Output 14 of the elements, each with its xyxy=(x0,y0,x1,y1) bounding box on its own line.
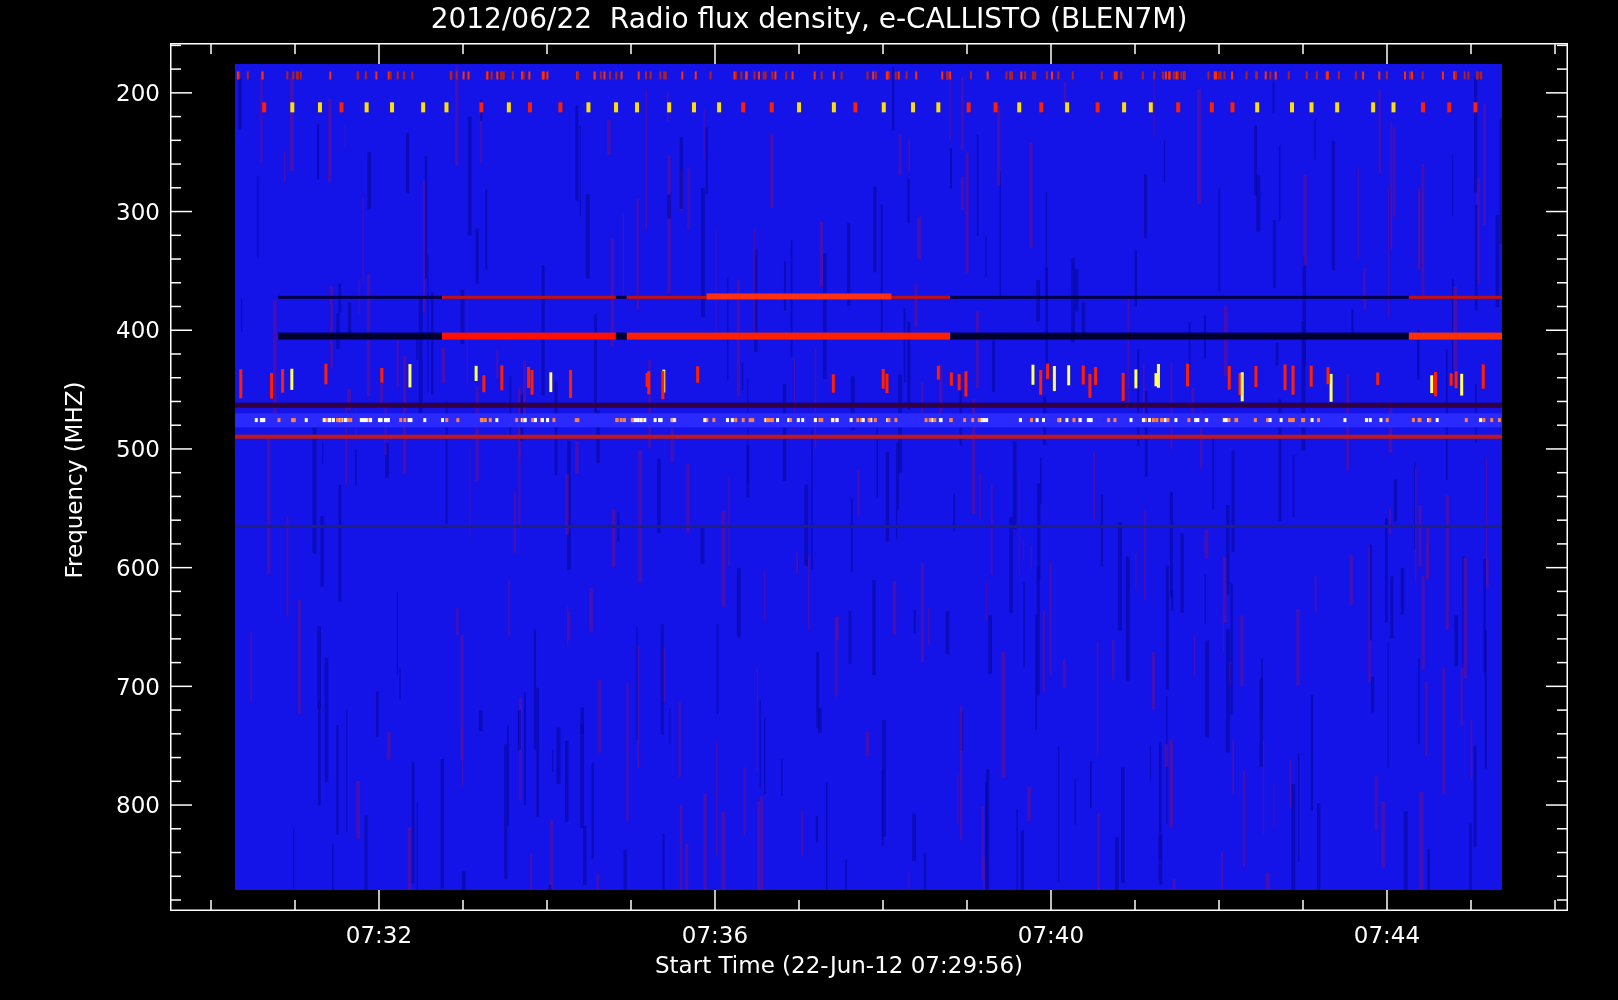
tick-label: 200 xyxy=(115,79,160,107)
plot-title: 2012/06/22 Radio flux density, e-CALLISTO (BLEN7M) xyxy=(430,1,1188,37)
tick-label: 07:36 xyxy=(680,921,750,949)
axis-label: Frequency (MHZ) xyxy=(60,381,88,579)
tick-label: 700 xyxy=(115,672,160,701)
tick-label: 07:44 xyxy=(1352,921,1422,949)
tick-label: 07:32 xyxy=(344,921,414,949)
axis-label: Start Time (22-Jun-12 07:29:56) xyxy=(655,951,1023,979)
tick-label: 600 xyxy=(115,553,160,582)
tick-label: 400 xyxy=(115,316,160,345)
tick-label: 300 xyxy=(115,197,160,226)
tick-label: 07:40 xyxy=(1016,921,1086,949)
tick-label: 500 xyxy=(115,435,160,464)
tick-label: 800 xyxy=(115,791,160,820)
